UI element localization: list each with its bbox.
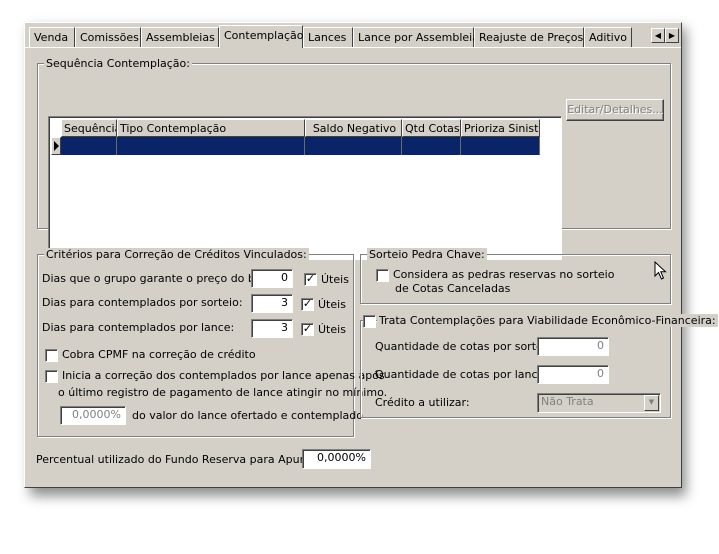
group-criterios-correcao: Critérios para Correção de Créditos Vinc… (37, 248, 387, 437)
cobra-cpmf-checkbox[interactable] (45, 349, 58, 362)
tab-comissoes[interactable]: Comissões (75, 27, 141, 47)
contemplacao-grid[interactable]: Sequência Tipo Contemplação Saldo Negati… (48, 116, 562, 260)
fundo-reserva-input[interactable]: 0,0000% (302, 449, 371, 469)
inicia-correcao-label-line1: Inicia a correção dos contemplados por l… (62, 369, 385, 382)
dias-lance-uteis-checkbox[interactable]: ✓ (301, 323, 314, 336)
considera-pedras-label-line2: de Cotas Canceladas (395, 282, 511, 295)
dias-garante-input[interactable]: 0 (251, 269, 293, 288)
inicia-correcao-label-line2: o último registro de pagamento de lance … (58, 386, 388, 399)
table-cell-selected[interactable] (461, 137, 540, 155)
credito-utilizar-select[interactable]: Não Trata ▼ (537, 393, 661, 413)
cobra-cpmf-label: Cobra CPMF na correção de crédito (62, 348, 256, 361)
tab-venda[interactable]: Venda (29, 27, 75, 47)
column-header-tipo-contemplacao[interactable]: Tipo Contemplação (117, 119, 305, 137)
trata-viabilidade-label: Trata Contemplações para Viabilidade Eco… (377, 314, 718, 327)
tab-scroll-left-icon[interactable]: ◀ (651, 28, 665, 43)
table-cell-selected[interactable] (117, 137, 305, 155)
tab-reajuste-de-precos[interactable]: Reajuste de Preços (474, 27, 584, 47)
percentual-lance-input[interactable]: 0,0000% (60, 406, 126, 425)
row-indicator[interactable] (51, 137, 61, 155)
dias-lance-input[interactable]: 3 (251, 319, 293, 338)
considera-pedras-label-line1: Considera as pedras reservas no sorteio (393, 268, 615, 281)
group-sorteio-pedra-chave: Sorteio Pedra Chave: Considera as pedras… (360, 248, 671, 304)
dias-sorteio-label: Dias para contemplados por sorteio: (42, 296, 243, 309)
dias-garante-uteis-checkbox[interactable]: ✓ (304, 273, 317, 286)
group-legend: Critérios para Correção de Créditos Vinc… (44, 248, 309, 261)
qtd-sorteio-input[interactable]: 0 (537, 337, 609, 356)
uteis-label: Úteis (321, 273, 349, 286)
inicia-correcao-checkbox[interactable] (45, 370, 58, 383)
dias-lance-label: Dias para contemplados por lance: (42, 321, 235, 334)
tab-bar: Venda Comissões Assembleias Contemplação… (27, 25, 679, 48)
tab-separator (25, 47, 681, 48)
qtd-sorteio-label: Quantidade de cotas por sorteio: (375, 340, 557, 353)
chevron-down-icon[interactable]: ▼ (644, 395, 659, 411)
mouse-cursor-icon (654, 261, 667, 280)
column-header-sequencia[interactable]: Sequência (61, 119, 117, 137)
group-sequencia-contemplacao: Sequência Contemplação: Sequência Tipo C… (37, 57, 671, 260)
percentual-lance-label: do valor do lance ofertado e contemplado… (132, 409, 367, 422)
group-legend: Sorteio Pedra Chave: (367, 248, 487, 261)
tab-aditivo[interactable]: Aditivo (584, 27, 632, 47)
uteis-label: Úteis (318, 323, 346, 336)
column-header-qtd-cotas[interactable]: Qtd Cotas (402, 119, 461, 137)
table-cell-selected[interactable] (402, 137, 461, 155)
qtd-lance-label: Quantidade de cotas por lance: (375, 368, 549, 381)
tab-assembleias[interactable]: Assembleias (141, 27, 219, 47)
dias-sorteio-input[interactable]: 3 (251, 294, 293, 313)
qtd-lance-input[interactable]: 0 (537, 365, 609, 384)
fundo-reserva-label: Percentual utilizado do Fundo Reserva pa… (36, 453, 335, 466)
table-cell-selected[interactable] (61, 137, 117, 155)
editar-detalhes-button[interactable]: Editar/Detalhes... (566, 99, 664, 121)
tab-lances[interactable]: Lances (303, 27, 353, 47)
credito-utilizar-value: Não Trata (541, 395, 594, 408)
group-legend: Sequência Contemplação: (44, 57, 192, 70)
trata-viabilidade-checkbox[interactable] (363, 315, 376, 328)
group-viabilidade: Trata Contemplações para Viabilidade Eco… (360, 314, 718, 418)
dias-garante-label: Dias que o grupo garante o preço do bem: (42, 272, 277, 285)
current-row-arrow-icon (54, 141, 59, 151)
dias-sorteio-uteis-checkbox[interactable]: ✓ (301, 298, 314, 311)
column-header-prioriza-sinistro[interactable]: Prioriza Sinistro (461, 119, 540, 137)
considera-pedras-checkbox[interactable] (376, 269, 389, 282)
column-header-saldo-negativo[interactable]: Saldo Negativo (305, 119, 402, 137)
tab-scroll-right-icon[interactable]: ▶ (665, 28, 679, 43)
tab-contemplacao[interactable]: Contemplação (219, 25, 303, 48)
dialog-window: Venda Comissões Assembleias Contemplação… (24, 22, 718, 488)
uteis-label: Úteis (318, 298, 346, 311)
table-cell-selected[interactable] (305, 137, 402, 155)
credito-utilizar-label: Crédito a utilizar: (375, 396, 470, 409)
tab-lance-por-assembleia[interactable]: Lance por Assembleia (353, 27, 479, 47)
